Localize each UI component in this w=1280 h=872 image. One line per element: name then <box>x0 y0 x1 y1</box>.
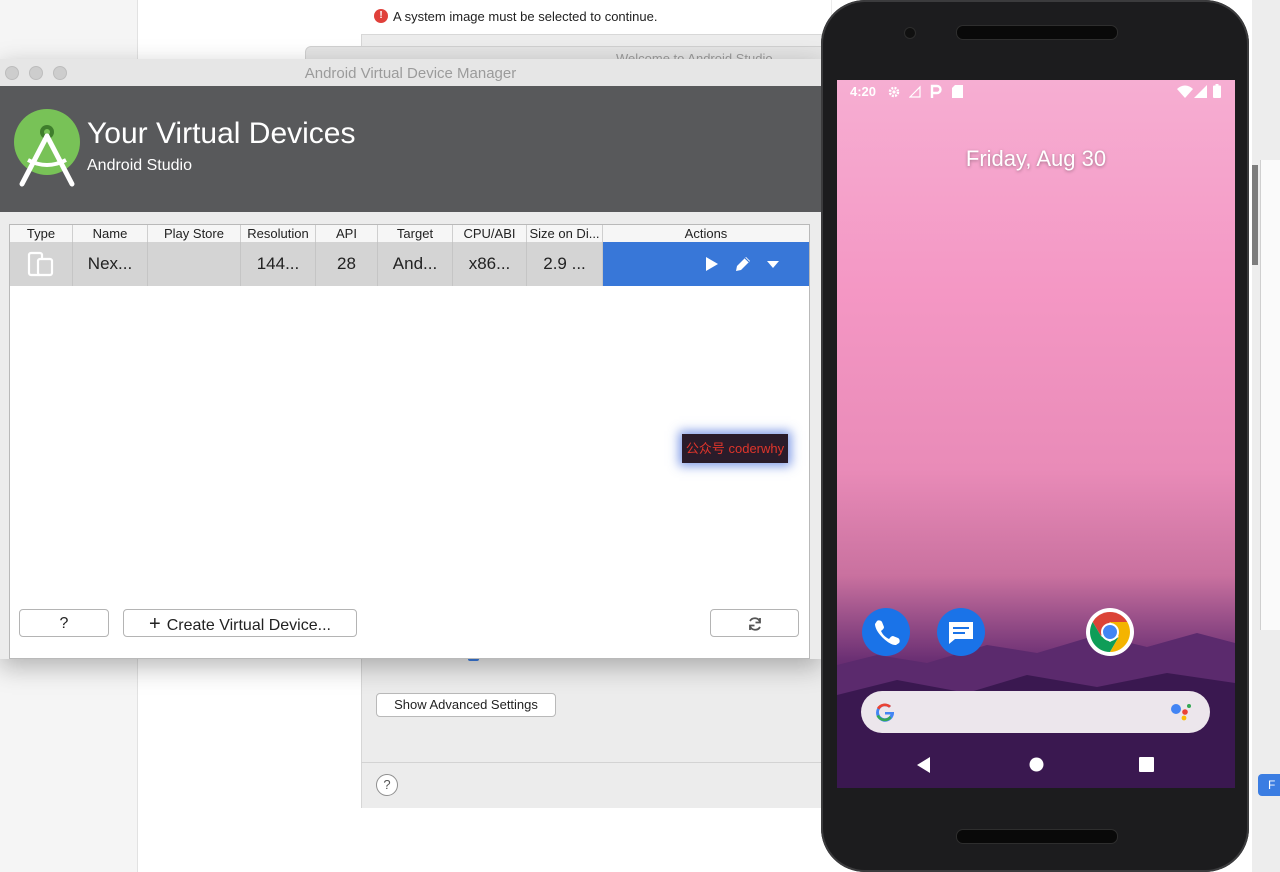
chrome-icon <box>1090 612 1130 652</box>
page-subtitle: Android Studio <box>87 157 192 174</box>
google-assistant-icon[interactable] <box>1170 702 1192 722</box>
play-store-cell <box>148 242 241 286</box>
home-icon[interactable] <box>1029 757 1044 772</box>
messages-icon <box>949 622 973 644</box>
back-icon[interactable] <box>916 756 932 774</box>
chrome-app-icon[interactable] <box>1086 608 1134 656</box>
column-header-play-store[interactable]: Play Store <box>148 225 241 242</box>
target-cell: And... <box>378 242 453 286</box>
play-icon[interactable] <box>701 254 721 274</box>
show-advanced-settings-button[interactable]: Show Advanced Settings <box>376 693 556 717</box>
google-g-icon <box>876 703 895 722</box>
error-icon: ! <box>374 9 388 23</box>
settings-gear-icon <box>888 86 900 98</box>
phone-tablet-icon <box>27 251 54 277</box>
status-bar: 4:20 <box>837 80 1235 102</box>
lockscreen-date: Friday, Aug 30 <box>965 146 1107 171</box>
device-name-cell: Nex... <box>73 242 148 286</box>
config-help-button[interactable]: ? <box>376 774 398 796</box>
page-title: Your Virtual Devices <box>87 117 356 150</box>
refresh-button[interactable] <box>710 609 799 637</box>
recents-icon[interactable] <box>1139 757 1154 772</box>
column-header-api[interactable]: API <box>316 225 378 242</box>
error-message: A system image must be selected to conti… <box>393 9 658 24</box>
resolution-cell: 144... <box>241 242 316 286</box>
battery-icon <box>1213 84 1221 98</box>
front-camera <box>904 27 916 39</box>
table-row[interactable]: Nex... 144... 28 And... x86... 2.9 ... <box>10 242 809 286</box>
column-header-size-on-disk[interactable]: Size on Di... <box>527 225 603 242</box>
column-header-cpu-abi[interactable]: CPU/ABI <box>453 225 527 242</box>
column-header-actions: Actions <box>684 226 728 241</box>
status-clock: 4:20 <box>850 84 877 99</box>
watermark: 公众号 coderwhy <box>682 434 788 463</box>
messages-app-icon[interactable] <box>937 608 985 656</box>
column-header-type[interactable]: Type <box>10 225 73 242</box>
wifi-icon <box>1177 85 1193 98</box>
android-studio-logo-icon <box>14 109 80 187</box>
bottom-speaker <box>956 829 1118 844</box>
plus-icon: + <box>149 613 161 635</box>
error-banner: ! A system image must be selected to con… <box>361 0 831 35</box>
column-header-name[interactable]: Name <box>73 225 148 242</box>
emulator-screen[interactable]: 4:20 Friday, Aug 30 <box>837 80 1235 788</box>
create-virtual-device-button[interactable]: + Create Virtual Device... <box>123 609 357 637</box>
divider <box>361 762 831 763</box>
cpu-abi-cell: x86... <box>453 242 527 286</box>
sd-card-icon <box>952 85 963 98</box>
column-header-resolution[interactable]: Resolution <box>241 225 316 242</box>
help-button[interactable]: ? <box>19 609 109 637</box>
phone-app-icon[interactable] <box>862 608 910 656</box>
avd-manager-window: Android Virtual Device Manager Your Virt… <box>0 59 821 659</box>
window-title: Android Virtual Device Manager <box>304 65 517 82</box>
size-on-disk-cell: 2.9 ... <box>527 242 603 286</box>
parking-p-icon <box>930 84 942 98</box>
actions-cell <box>603 242 809 286</box>
background-panel <box>1260 160 1280 630</box>
no-sim-signal-icon <box>909 85 921 98</box>
table-header: Type Name Play Store Resolution API Targ… <box>10 225 809 243</box>
window-titlebar: Android Virtual Device Manager <box>0 59 821 87</box>
create-virtual-device-label: Create Virtual Device... <box>166 617 331 634</box>
refresh-icon <box>748 617 761 631</box>
background-window-right <box>1252 0 1280 872</box>
phone-icon <box>875 620 900 646</box>
navigation-bar <box>837 735 1235 788</box>
device-type-cell <box>10 242 73 286</box>
column-header-target[interactable]: Target <box>378 225 453 242</box>
api-cell: 28 <box>316 242 378 286</box>
top-speaker <box>956 25 1118 40</box>
dropdown-icon[interactable] <box>763 254 783 274</box>
scrollbar[interactable] <box>1252 165 1258 265</box>
android-emulator: 4:20 Friday, Aug 30 <box>821 0 1249 872</box>
avd-header-banner: Your Virtual Devices Android Studio <box>0 86 821 212</box>
next-button[interactable]: F <box>1258 774 1280 796</box>
pencil-icon[interactable] <box>733 254 753 274</box>
cell-signal-icon <box>1194 85 1207 98</box>
google-search-bar[interactable] <box>861 691 1210 733</box>
